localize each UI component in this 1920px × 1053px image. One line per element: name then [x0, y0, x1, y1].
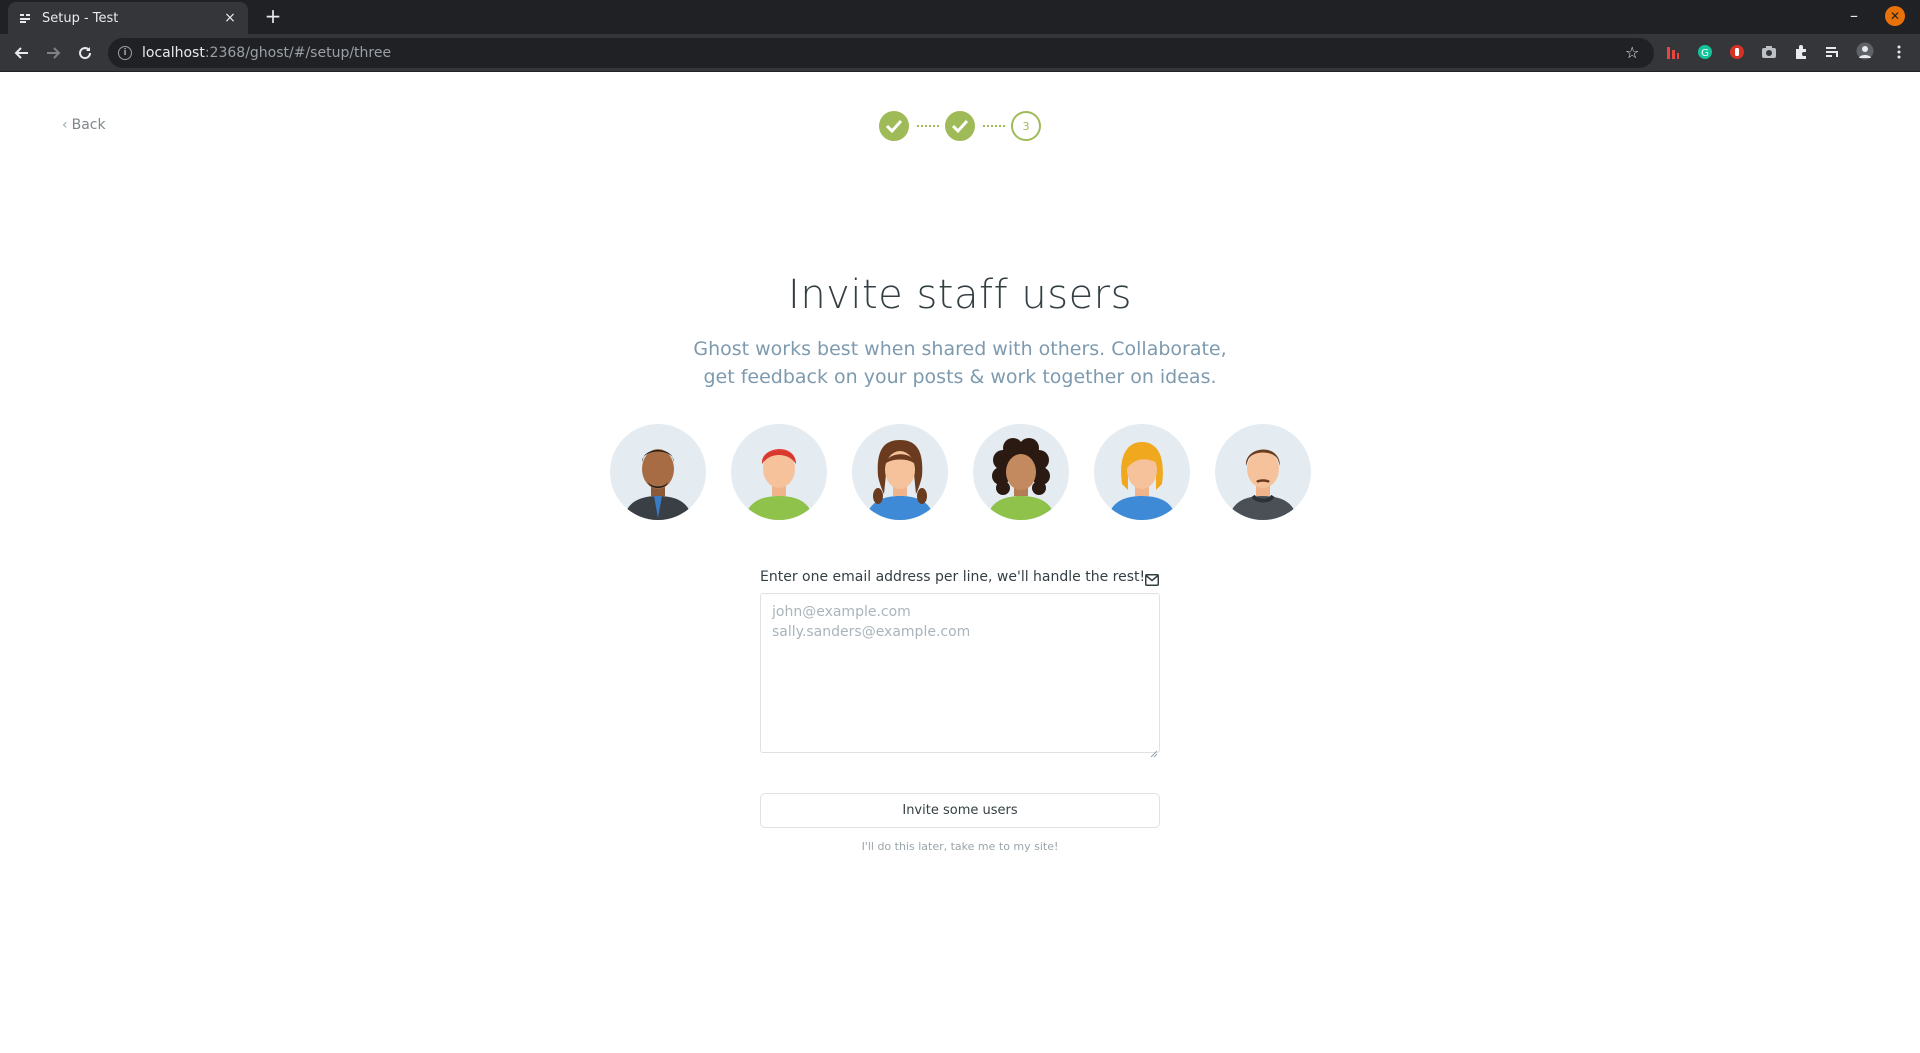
avatar-man-brown-hair — [1215, 424, 1311, 520]
tab-close-icon[interactable]: × — [222, 10, 238, 26]
svg-text:G: G — [1701, 48, 1709, 59]
invite-emails-textarea[interactable] — [760, 593, 1160, 753]
profile-avatar-icon[interactable] — [1856, 42, 1874, 60]
stop-hand-icon[interactable] — [1728, 43, 1746, 61]
step-2-complete-check-icon — [945, 111, 975, 141]
puzzle-extensions-icon[interactable] — [1792, 43, 1810, 61]
resize-grip-icon[interactable] — [1150, 743, 1158, 758]
page-subtitle: Ghost works best when shared with others… — [693, 338, 1227, 388]
step-connector — [917, 125, 939, 127]
invite-users-button[interactable]: Invite some users — [760, 793, 1160, 828]
ghost-favicon-icon — [18, 11, 32, 25]
back-arrow-icon[interactable] — [12, 43, 32, 63]
bookmark-star-icon[interactable]: ☆ — [1625, 43, 1639, 62]
new-tab-button[interactable]: + — [262, 6, 284, 26]
browser-menu-icon[interactable] — [1890, 43, 1908, 61]
tab-title: Setup - Test — [42, 10, 119, 26]
forward-arrow-icon[interactable] — [43, 43, 63, 63]
invite-field-label: Enter one email address per line, we'll … — [760, 569, 1146, 585]
avatar-row — [610, 424, 1311, 522]
back-link[interactable]: ‹ Back — [62, 117, 106, 133]
avatar-woman-brown-pigtails — [852, 424, 948, 520]
page-title: Invite staff users — [788, 272, 1132, 318]
envelope-icon — [1145, 571, 1159, 586]
browser-tab-strip: Setup - Test × + – ✕ — [0, 0, 1920, 34]
extension-red-bars-icon[interactable] — [1664, 44, 1682, 62]
setup-progress-steps: 3 — [879, 111, 1041, 141]
skip-setup-link[interactable]: I'll do this later, take me to my site! — [0, 840, 1920, 853]
step-connector — [983, 125, 1005, 127]
chevron-left-icon: ‹ — [62, 117, 68, 133]
url-path: :2368/ghost/#/setup/three — [204, 45, 392, 61]
back-label: Back — [71, 117, 106, 133]
avatar-man-dark-beard — [610, 424, 706, 520]
step-3-current: 3 — [1011, 111, 1041, 141]
site-info-icon[interactable]: i — [118, 46, 132, 60]
avatar-man-red-hair — [731, 424, 827, 520]
address-bar[interactable]: i localhost:2368/ghost/#/setup/three ☆ — [108, 38, 1654, 68]
reload-icon[interactable] — [75, 43, 95, 63]
window-close-button[interactable]: ✕ — [1885, 6, 1905, 26]
minimize-button[interactable]: – — [1850, 6, 1858, 25]
browser-tab[interactable]: Setup - Test × — [8, 2, 248, 34]
grammarly-icon[interactable]: G — [1696, 43, 1714, 61]
url-host: localhost — [142, 45, 205, 61]
avatar-woman-curly-hair — [973, 424, 1069, 520]
url-text: localhost:2368/ghost/#/setup/three — [142, 45, 391, 61]
media-queue-icon[interactable] — [1824, 43, 1842, 61]
camera-icon[interactable] — [1760, 43, 1778, 61]
step-1-complete-check-icon — [879, 111, 909, 141]
avatar-woman-blonde — [1094, 424, 1190, 520]
browser-toolbar: i localhost:2368/ghost/#/setup/three ☆ — [0, 34, 1920, 72]
